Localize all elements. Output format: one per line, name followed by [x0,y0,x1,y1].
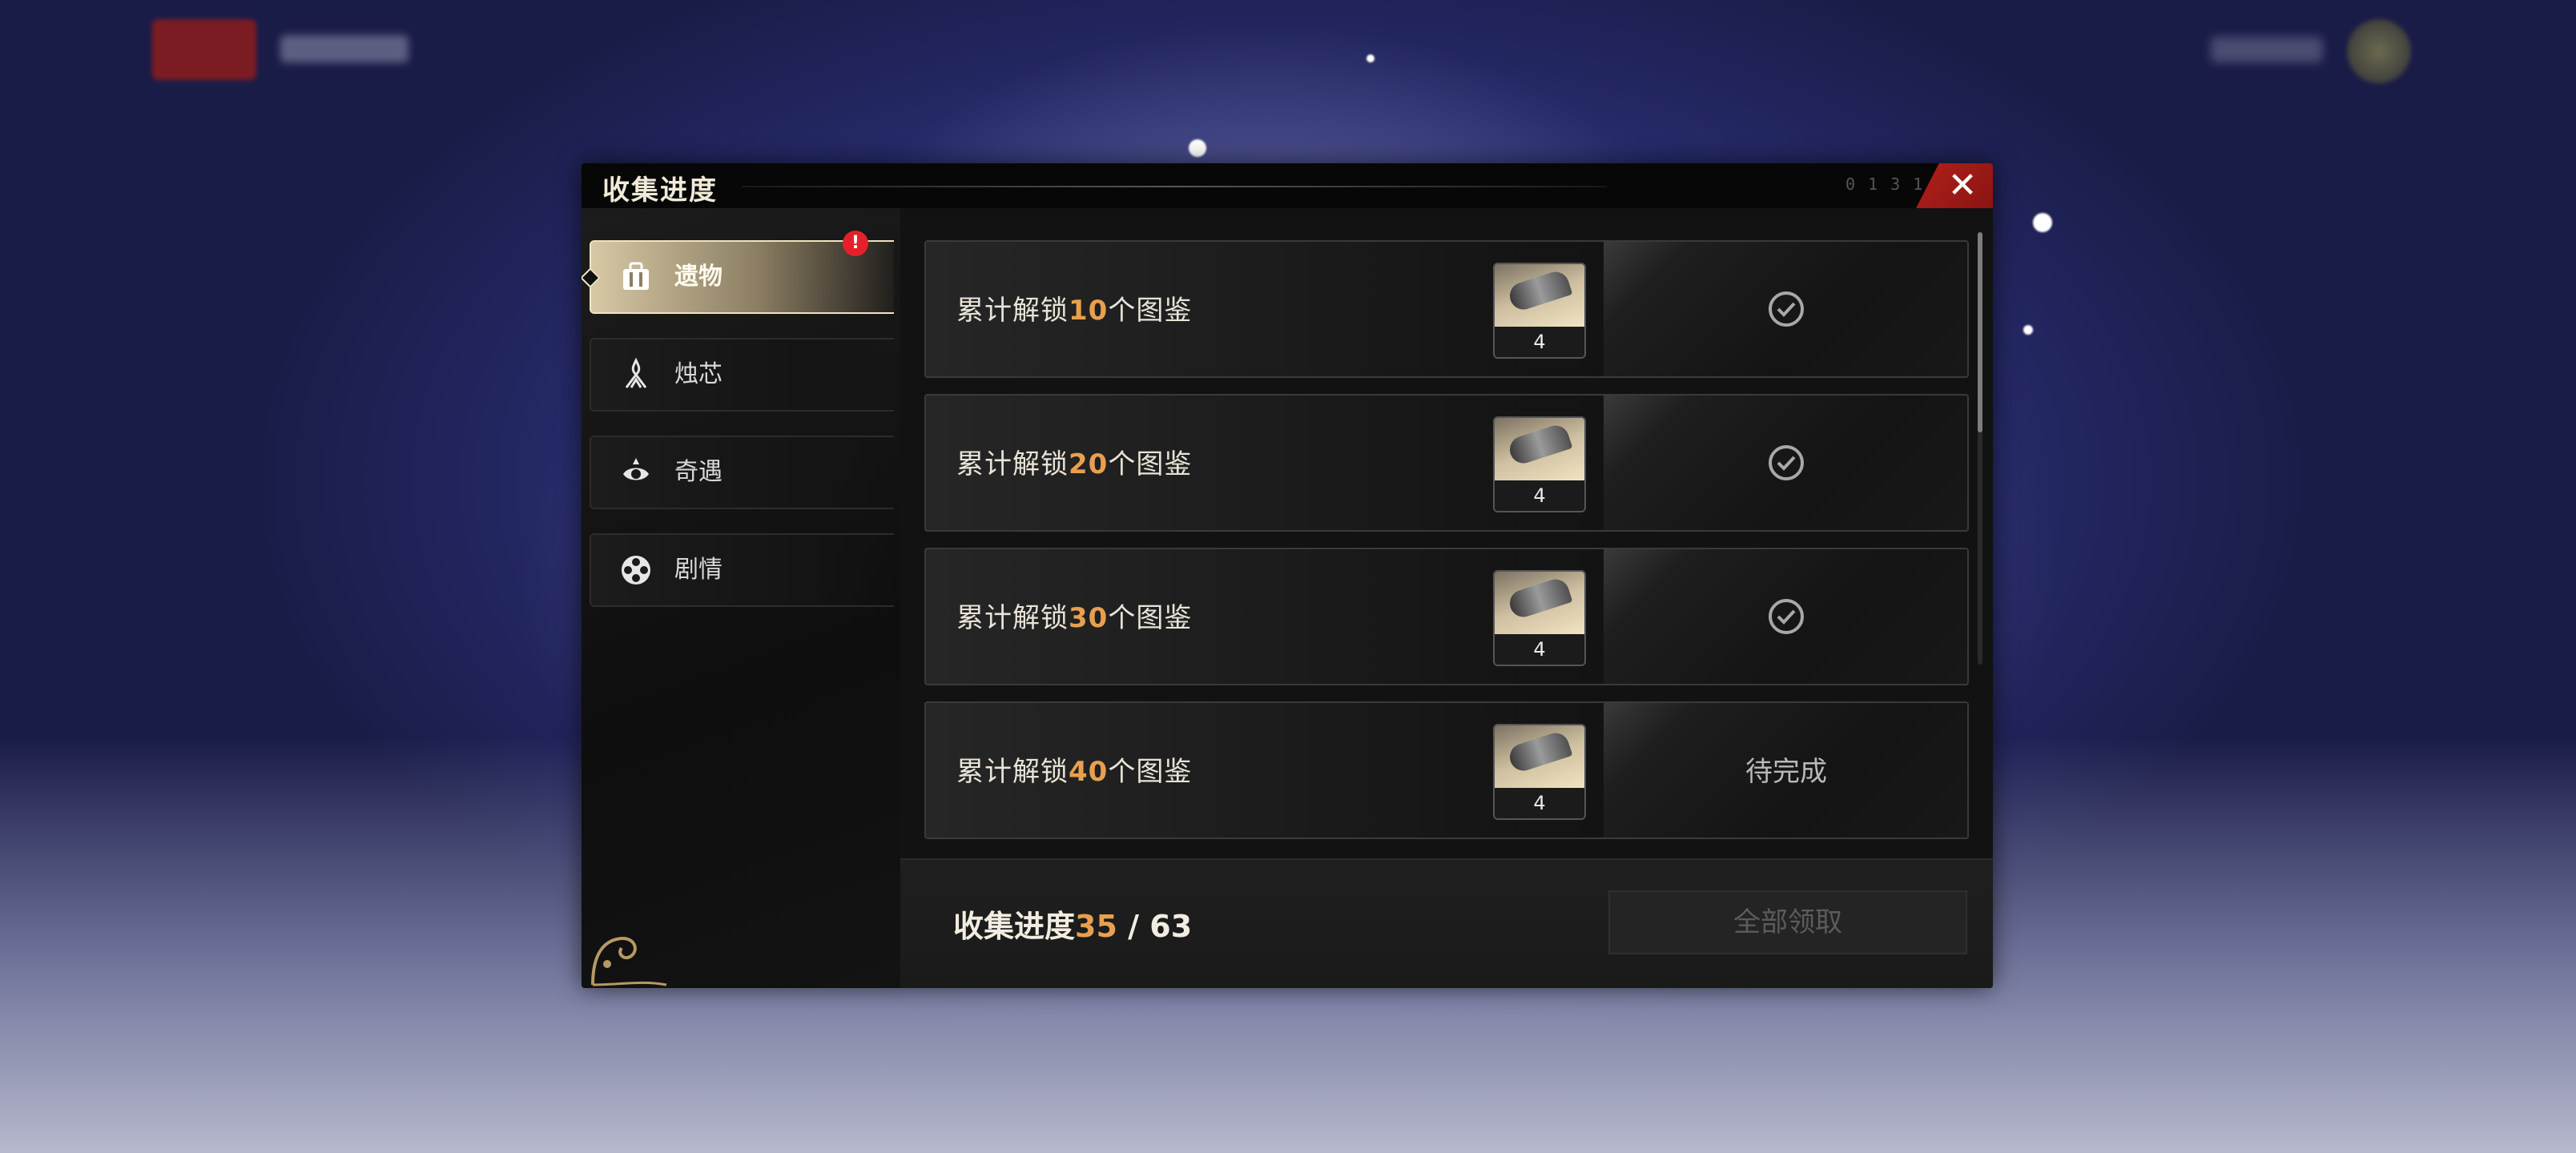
collection-progress-modal: 收集进度 0 1 3 1 6 1 ✕ 遗物 烛芯 奇遇 剧情 ! 累计解锁10个… [582,163,1993,988]
checkmark-circle-icon [1769,599,1804,634]
encounter-icon [618,455,654,490]
list-item: 累计解锁10个图鉴 4 [924,240,1969,378]
top-left-blurred-text [280,35,409,62]
status-cell: 待完成 [1604,703,1967,838]
checkmark-circle-icon [1769,445,1804,480]
tab-label: 剧情 [674,556,722,584]
reward-item[interactable]: 4 [1493,416,1586,512]
reward-item[interactable]: 4 [1493,570,1586,666]
progress-footer: 收集进度35 / 63 全部领取 [900,858,1993,988]
list-item: 累计解锁20个图鉴 4 [924,394,1969,532]
reward-count: 4 [1495,634,1584,665]
status-cell [1604,242,1967,376]
tab-label: 遗物 [674,263,722,291]
background-star [1366,54,1375,62]
top-left-badge [152,19,256,80]
reward-list-panel: 累计解锁10个图鉴 4 累计解锁20个图鉴 4 累计解锁30个图鉴 4 累计解锁… [900,208,1993,988]
milestone-text: 累计解锁10个图鉴 [956,295,1193,327]
reward-count: 4 [1495,327,1584,357]
category-sidebar: 遗物 烛芯 奇遇 剧情 [582,208,900,988]
list-item: 累计解锁30个图鉴 4 [924,548,1969,685]
tab-wick[interactable]: 烛芯 [590,338,894,412]
relic-icon [618,259,654,295]
milestone-text: 累计解锁40个图鉴 [956,756,1193,788]
list-scrollbar[interactable] [1978,232,1982,665]
tab-encounter[interactable]: 奇遇 [590,436,894,509]
header-divider [742,186,1607,187]
reward-image [1495,725,1584,788]
background-star [2023,325,2033,335]
reward-image [1495,572,1584,634]
wick-icon [618,357,654,392]
checkmark-circle-icon [1769,291,1804,327]
tab-story[interactable]: 剧情 [590,533,894,607]
active-tab-marker-icon [582,267,601,288]
list-item: 累计解锁40个图鉴 4 待完成 [924,701,1969,839]
film-reel-icon [618,552,654,588]
modal-header: 收集进度 0 1 3 1 6 1 ✕ [582,163,1993,208]
avatar [2347,19,2411,83]
background-star [2033,213,2052,232]
scrollbar-thumb[interactable] [1978,232,1982,432]
milestone-text: 累计解锁30个图鉴 [956,602,1193,634]
status-cell [1604,549,1967,684]
modal-title: 收集进度 [602,175,718,207]
top-right-blurred-text [2211,37,2323,62]
background-star [1189,139,1206,157]
reward-image [1495,418,1584,480]
relics-alert-badge: ! [843,231,868,256]
reward-count: 4 [1495,480,1584,511]
reward-item[interactable]: 4 [1493,263,1586,359]
tab-label: 奇遇 [674,458,722,486]
tab-label: 烛芯 [674,360,722,388]
status-cell [1604,396,1967,530]
pending-status: 待完成 [1745,756,1827,788]
claim-all-button[interactable]: 全部领取 [1608,890,1967,954]
milestone-text: 累计解锁20个图鉴 [956,448,1193,480]
reward-count: 4 [1495,788,1584,818]
reward-item[interactable]: 4 [1493,724,1586,820]
collection-progress-summary: 收集进度35 / 63 [953,909,1193,944]
corner-ornament-icon [591,937,667,986]
reward-image [1495,264,1584,327]
close-icon: ✕ [1947,165,1978,206]
